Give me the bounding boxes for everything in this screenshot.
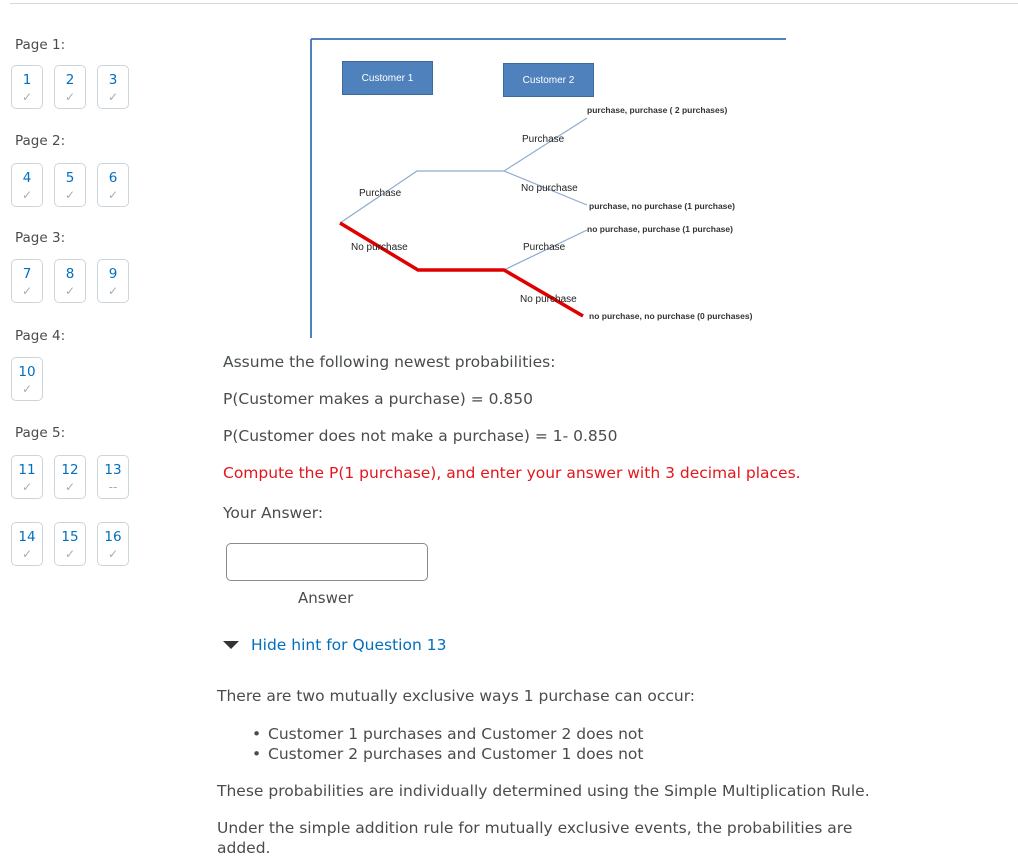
question-number: 12: [61, 462, 79, 478]
outcome-zero-purchases: no purchase, no purchase (0 purchases): [589, 311, 753, 321]
label-c1-no-purchase: No purchase: [351, 242, 408, 253]
hint-bullet: Customer 2 purchases and Customer 1 does…: [250, 744, 644, 764]
question-number: 14: [18, 529, 36, 545]
check-icon: ✓: [64, 284, 76, 298]
question-number: 4: [22, 170, 32, 186]
question-2-button[interactable]: 2 ✓: [54, 65, 86, 109]
probability-purchase: P(Customer makes a purchase) = 0.850: [223, 390, 534, 408]
question-11-button[interactable]: 11 ✓: [11, 455, 43, 499]
question-number: 9: [108, 266, 118, 282]
your-answer-label: Your Answer:: [223, 504, 324, 522]
question-number: 2: [65, 72, 75, 88]
check-icon: ✓: [21, 382, 33, 396]
hide-hint-toggle[interactable]: Hide hint for Question 13: [223, 636, 446, 654]
hint-bullet: Customer 1 purchases and Customer 2 does…: [250, 724, 644, 744]
answer-field-label: Answer: [298, 589, 354, 607]
question-number: 15: [61, 529, 79, 545]
check-icon: ✓: [64, 188, 76, 202]
question-number: 1: [22, 72, 32, 88]
answer-input[interactable]: [226, 543, 428, 581]
unanswered-dash-icon: --: [108, 480, 118, 494]
question-8-button[interactable]: 8 ✓: [54, 259, 86, 303]
outcome-two-purchases: purchase, purchase ( 2 purchases): [587, 105, 728, 115]
label-c2-upper-purchase: Purchase: [522, 134, 565, 145]
question-intro: Assume the following newest probabilitie…: [223, 353, 556, 371]
question-number: 7: [22, 266, 32, 282]
check-icon: ✓: [64, 90, 76, 104]
customer-1-box: Customer 1: [342, 61, 433, 95]
question-9-button[interactable]: 9 ✓: [97, 259, 129, 303]
check-icon: ✓: [107, 284, 119, 298]
check-icon: ✓: [107, 547, 119, 561]
hint-paragraph-addition: Under the simple addition rule for mutua…: [217, 819, 853, 837]
question-10-button[interactable]: 10 ✓: [11, 357, 43, 401]
question-number: 16: [104, 529, 122, 545]
question-number: 10: [18, 364, 36, 380]
hide-hint-link[interactable]: Hide hint for Question 13: [251, 636, 446, 654]
question-number: 13: [104, 462, 122, 478]
question-number: 3: [108, 72, 118, 88]
label-c2-lower-no-purchase: No purchase: [520, 294, 577, 305]
check-icon: ✓: [64, 547, 76, 561]
question-12-button[interactable]: 12 ✓: [54, 455, 86, 499]
question-14-button[interactable]: 14 ✓: [11, 522, 43, 566]
question-7-button[interactable]: 7 ✓: [11, 259, 43, 303]
page-label-5: Page 5:: [15, 425, 66, 441]
customer-2-box: Customer 2: [503, 63, 594, 97]
question-15-button[interactable]: 15 ✓: [54, 522, 86, 566]
caret-down-icon: [223, 641, 239, 649]
check-icon: ✓: [21, 90, 33, 104]
label-c1-purchase: Purchase: [359, 188, 402, 199]
hint-intro: There are two mutually exclusive ways 1 …: [217, 687, 696, 705]
page-label-4: Page 4:: [15, 328, 66, 344]
probability-tree-diagram: Customer 1 Customer 2 Purchase No purcha…: [310, 38, 786, 338]
page-label-3: Page 3:: [15, 230, 66, 246]
outcome-purchase-no-purchase: purchase, no purchase (1 purchase): [589, 201, 735, 211]
question-6-button[interactable]: 6 ✓: [97, 163, 129, 207]
check-icon: ✓: [21, 480, 33, 494]
page-label-1: Page 1:: [15, 37, 66, 53]
question-number: 6: [108, 170, 118, 186]
question-1-button[interactable]: 1 ✓: [11, 65, 43, 109]
check-icon: ✓: [107, 188, 119, 202]
hint-paragraph-multiplication: These probabilities are individually det…: [217, 782, 870, 800]
label-c2-upper-no-purchase: No purchase: [521, 183, 578, 194]
question-number: 5: [65, 170, 75, 186]
question-5-button[interactable]: 5 ✓: [54, 163, 86, 207]
question-3-button[interactable]: 3 ✓: [97, 65, 129, 109]
hint-bullet-list: Customer 1 purchases and Customer 2 does…: [250, 724, 644, 764]
check-icon: ✓: [21, 188, 33, 202]
question-number: 11: [18, 462, 36, 478]
question-instruction: Compute the P(1 purchase), and enter you…: [223, 464, 801, 482]
page-label-2: Page 2:: [15, 133, 66, 149]
question-4-button[interactable]: 4 ✓: [11, 163, 43, 207]
question-16-button[interactable]: 16 ✓: [97, 522, 129, 566]
outcome-no-purchase-purchase: no purchase, purchase (1 purchase): [587, 224, 733, 234]
question-number: 8: [65, 266, 75, 282]
hint-paragraph-addition-cont: added.: [217, 839, 271, 857]
check-icon: ✓: [107, 90, 119, 104]
top-divider: [10, 3, 1018, 4]
probability-no-purchase: P(Customer does not make a purchase) = 1…: [223, 427, 618, 445]
check-icon: ✓: [21, 284, 33, 298]
label-c2-lower-purchase: Purchase: [523, 242, 566, 253]
check-icon: ✓: [21, 547, 33, 561]
check-icon: ✓: [64, 480, 76, 494]
question-13-button[interactable]: 13 --: [97, 455, 129, 499]
